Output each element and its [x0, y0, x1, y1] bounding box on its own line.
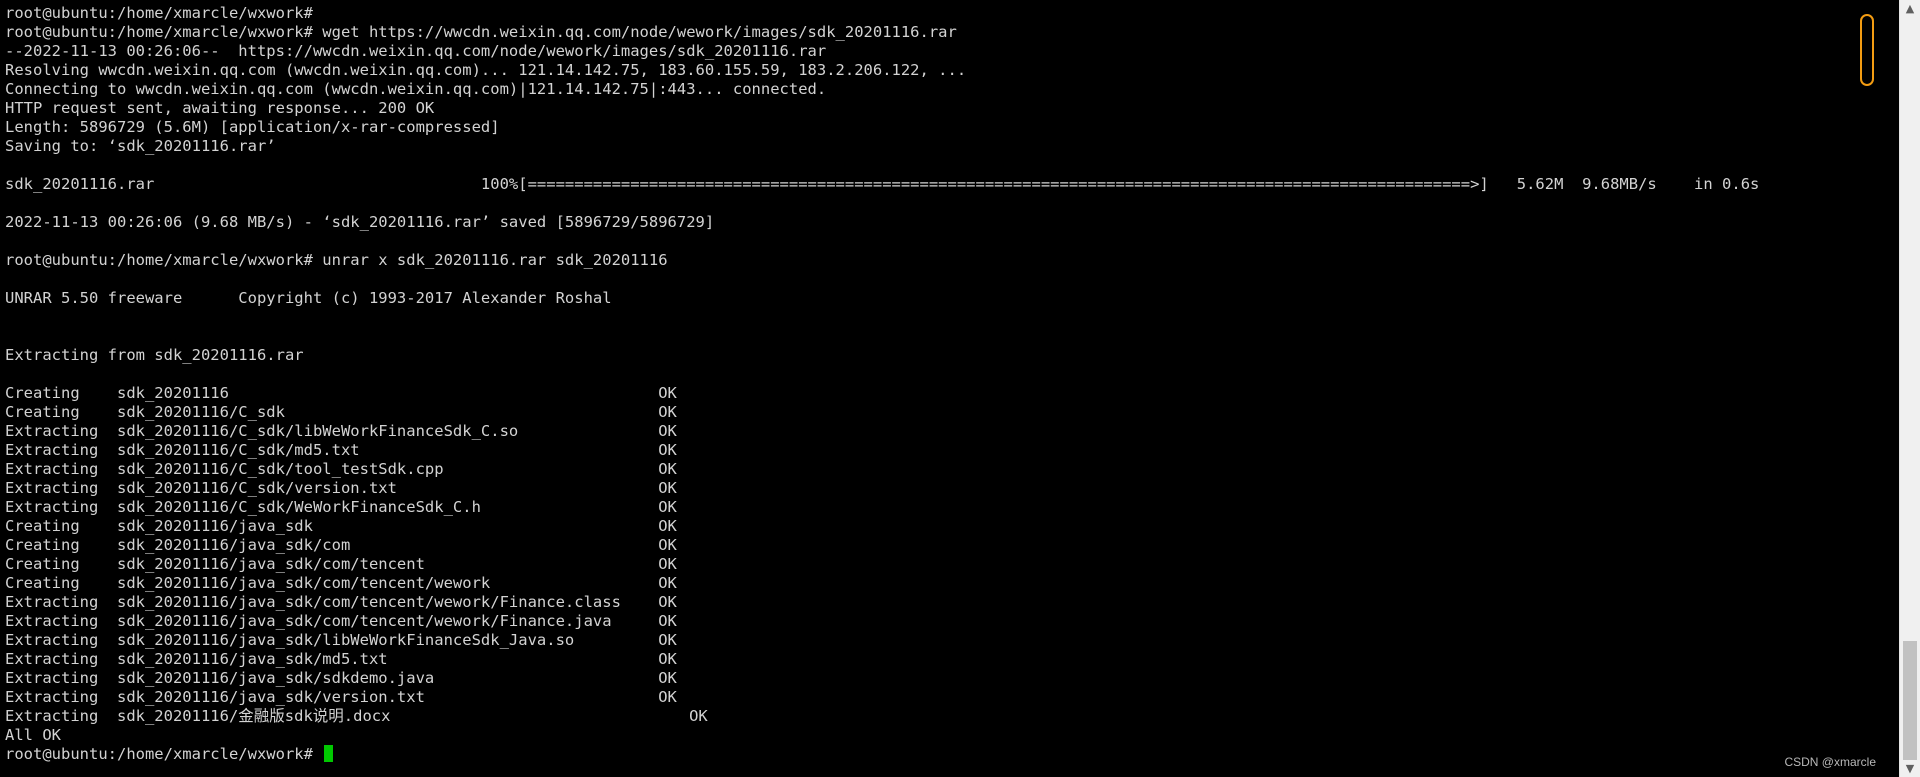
terminal-line: Connecting to wwcdn.weixin.qq.com (wwcdn… [5, 80, 827, 98]
terminal-line: Creating sdk_20201116/java_sdk/com OK [5, 536, 677, 554]
terminal-line: sdk_20201116.rar 100%[==================… [5, 175, 1760, 193]
terminal-line: Extracting sdk_20201116/C_sdk/version.tx… [5, 479, 677, 497]
terminal-line: --2022-11-13 00:26:06-- https://wwcdn.we… [5, 42, 827, 60]
terminal-line: Extracting sdk_20201116/java_sdk/md5.txt… [5, 650, 677, 668]
terminal-line: Extracting sdk_20201116/C_sdk/md5.txt OK [5, 441, 677, 459]
terminal-line: 2022-11-13 00:26:06 (9.68 MB/s) - ‘sdk_2… [5, 213, 715, 231]
terminal-line: Extracting from sdk_20201116.rar [5, 346, 304, 364]
terminal-line: Extracting sdk_20201116/C_sdk/libWeWorkF… [5, 422, 677, 440]
terminal-line: Extracting sdk_20201116/C_sdk/tool_testS… [5, 460, 677, 478]
scrollbar-thumb[interactable] [1903, 641, 1917, 760]
terminal-line: Creating sdk_20201116/java_sdk/com/tence… [5, 555, 677, 573]
terminal-output: root@ubuntu:/home/xmarcle/wxwork# root@ub… [5, 4, 1759, 764]
terminal-line: Extracting sdk_20201116/java_sdk/libWeWo… [5, 631, 677, 649]
scroll-down-icon[interactable]: ▼ [1900, 760, 1920, 777]
scroll-up-icon[interactable]: ▲ [1900, 0, 1920, 17]
terminal-line: Extracting sdk_20201116/java_sdk/version… [5, 688, 677, 706]
watermark: CSDN @xmarcle [1784, 755, 1876, 769]
scrollbar-track[interactable] [1900, 17, 1920, 760]
terminal-line: Extracting sdk_20201116/C_sdk/WeWorkFina… [5, 498, 677, 516]
terminal-line: root@ubuntu:/home/xmarcle/wxwork# wget h… [5, 23, 957, 41]
terminal-window[interactable]: root@ubuntu:/home/xmarcle/wxwork# root@ub… [0, 0, 1900, 777]
prompt-text: root@ubuntu:/home/xmarcle/wxwork# [5, 745, 323, 763]
text-cursor [324, 745, 334, 762]
prompt-line[interactable]: root@ubuntu:/home/xmarcle/wxwork# [5, 745, 1759, 764]
terminal-line: Extracting sdk_20201116/金融版sdk说明.docx OK [5, 707, 708, 725]
terminal-line: All OK [5, 726, 61, 744]
terminal-line: Extracting sdk_20201116/java_sdk/com/ten… [5, 612, 677, 630]
terminal-line: Creating sdk_20201116/java_sdk/com/tence… [5, 574, 677, 592]
terminal-line: Creating sdk_20201116/C_sdk OK [5, 403, 677, 421]
terminal-line: Resolving wwcdn.weixin.qq.com (wwcdn.wei… [5, 61, 967, 79]
terminal-line: Extracting sdk_20201116/java_sdk/sdkdemo… [5, 669, 677, 687]
terminal-line: Saving to: ‘sdk_20201116.rar’ [5, 137, 276, 155]
terminal-line: root@ubuntu:/home/xmarcle/wxwork# [5, 4, 313, 22]
terminal-line: HTTP request sent, awaiting response... … [5, 99, 435, 117]
status-indicator [1860, 14, 1874, 86]
terminal-line: root@ubuntu:/home/xmarcle/wxwork# unrar … [5, 251, 668, 269]
terminal-line: Creating sdk_20201116/java_sdk OK [5, 517, 677, 535]
terminal-line: Length: 5896729 (5.6M) [application/x-ra… [5, 118, 500, 136]
vertical-scrollbar[interactable]: ▲ ▼ [1899, 0, 1920, 777]
terminal-line: Extracting sdk_20201116/java_sdk/com/ten… [5, 593, 677, 611]
terminal-line: Creating sdk_20201116 OK [5, 384, 677, 402]
terminal-line: UNRAR 5.50 freeware Copyright (c) 1993-2… [5, 289, 612, 307]
